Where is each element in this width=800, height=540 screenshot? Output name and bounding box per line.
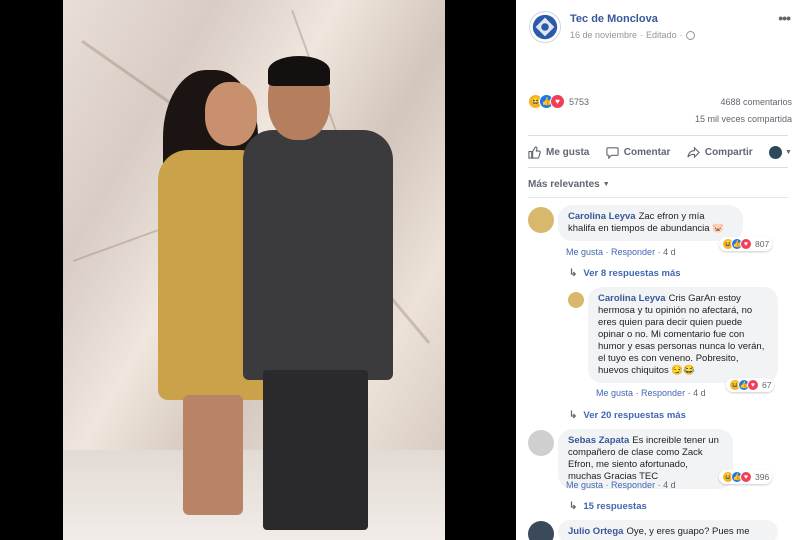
like-label: Me gusta xyxy=(546,146,590,158)
commenter-avatar[interactable] xyxy=(568,292,584,308)
commenter-avatar[interactable] xyxy=(528,521,554,540)
reaction-count: 67 xyxy=(762,380,772,390)
comment-reactions[interactable]: 😆 👍 ♥ 807 xyxy=(719,237,773,251)
post-date[interactable]: 16 de noviembre xyxy=(570,30,637,40)
reaction-summary[interactable]: 😆 👍 ♥ 5753 xyxy=(528,94,589,109)
share-audience-selector[interactable]: ▼ xyxy=(769,145,792,159)
thumbs-up-icon xyxy=(528,145,541,159)
sort-label: Más relevantes xyxy=(528,179,600,190)
comments-count[interactable]: 4688 comentarios xyxy=(720,97,792,107)
divider xyxy=(528,167,788,168)
comment-author[interactable]: Julio Ortega xyxy=(568,526,623,537)
reaction-count: 396 xyxy=(755,472,770,482)
chevron-down-icon: ▼ xyxy=(785,148,792,156)
divider xyxy=(528,197,788,198)
view-replies-link[interactable]: ↳ Ver 20 respuestas más xyxy=(569,410,686,421)
comment-bubble: Carolina Leyva Cris GarAn estoy hermosa y… xyxy=(588,287,778,383)
reply-arrow-icon: ↳ xyxy=(569,410,578,421)
photo-viewer xyxy=(0,0,516,540)
love-icon: ♥ xyxy=(747,379,759,391)
comment-label: Comentar xyxy=(623,146,671,158)
comment-icon xyxy=(606,146,619,159)
post-side-panel: Tec de Monclova 16 de noviembre · Editad… xyxy=(516,0,800,540)
comment-reply-link[interactable]: Responder xyxy=(611,480,655,490)
love-icon: ♥ xyxy=(740,471,752,483)
comment-actions: Me gusta · Responder · 4 d xyxy=(596,388,706,398)
comment-like-link[interactable]: Me gusta xyxy=(596,388,633,398)
comment-text: Cris GarAn estoy hermosa y tu opinión no… xyxy=(598,293,765,376)
post-photo[interactable] xyxy=(63,0,445,540)
commenter-avatar[interactable] xyxy=(528,430,554,456)
comment-like-link[interactable]: Me gusta xyxy=(566,247,603,257)
comment-button[interactable]: Comentar xyxy=(606,146,671,159)
edited-label[interactable]: Editado xyxy=(646,30,677,40)
replies-label: 15 respuestas xyxy=(583,501,647,512)
comment-author[interactable]: Sebas Zapata xyxy=(568,435,629,446)
love-icon: ♥ xyxy=(740,238,752,250)
comment-sort-dropdown[interactable]: Más relevantes ▼ xyxy=(528,179,610,190)
comment-bubble: Julio Ortega Oye, y eres guapo? Pues me xyxy=(558,520,778,540)
comment-reply-link[interactable]: Responder xyxy=(611,247,655,257)
comment-time[interactable]: 4 d xyxy=(663,247,676,257)
share-button[interactable]: Compartir xyxy=(687,146,753,159)
like-button[interactable]: Me gusta xyxy=(528,145,590,159)
comment-actions: Me gusta · Responder · 4 d xyxy=(566,247,676,257)
comment-text: Oye, y eres guapo? Pues me xyxy=(626,526,750,537)
post-actions: Me gusta Comentar Compartir ▼ xyxy=(528,140,792,164)
love-icon: ♥ xyxy=(550,94,565,109)
comment-time[interactable]: 4 d xyxy=(663,480,676,490)
user-avatar xyxy=(769,145,783,159)
reply-arrow-icon: ↳ xyxy=(569,268,578,279)
comment-reactions[interactable]: 😆 👍 ♥ 396 xyxy=(719,470,773,484)
reply-arrow-icon: ↳ xyxy=(569,501,578,512)
page-name[interactable]: Tec de Monclova xyxy=(570,13,658,25)
post-meta: 16 de noviembre · Editado · xyxy=(570,30,695,40)
shares-count[interactable]: 15 mil veces compartida xyxy=(695,114,792,124)
view-replies-link[interactable]: ↳ Ver 8 respuestas más xyxy=(569,268,681,279)
comment-like-link[interactable]: Me gusta xyxy=(566,480,603,490)
reaction-count: 807 xyxy=(755,239,770,249)
page-avatar[interactable] xyxy=(529,11,561,43)
comment-author[interactable]: Carolina Leyva xyxy=(568,211,636,222)
comment-time[interactable]: 4 d xyxy=(693,388,706,398)
share-icon xyxy=(687,146,700,158)
comment-reply-link[interactable]: Responder xyxy=(641,388,685,398)
comment-actions: Me gusta · Responder · 4 d xyxy=(566,480,676,490)
replies-label: Ver 8 respuestas más xyxy=(583,268,681,279)
more-options-icon[interactable]: ••• xyxy=(778,10,791,26)
share-label: Compartir xyxy=(704,146,753,158)
view-replies-link[interactable]: ↳ 15 respuestas xyxy=(569,501,647,512)
caret-down-icon: ▼ xyxy=(602,181,610,188)
comment-bubble: Carolina Leyva Zac efron y mía khalifa en… xyxy=(558,205,743,241)
reaction-count: 5753 xyxy=(569,96,590,107)
globe-icon xyxy=(685,30,695,40)
divider xyxy=(528,135,788,136)
replies-label: Ver 20 respuestas más xyxy=(583,410,686,421)
comment-reactions[interactable]: 😆 👍 ♥ 67 xyxy=(726,378,775,392)
comment-author[interactable]: Carolina Leyva xyxy=(598,293,666,304)
commenter-avatar[interactable] xyxy=(528,207,554,233)
